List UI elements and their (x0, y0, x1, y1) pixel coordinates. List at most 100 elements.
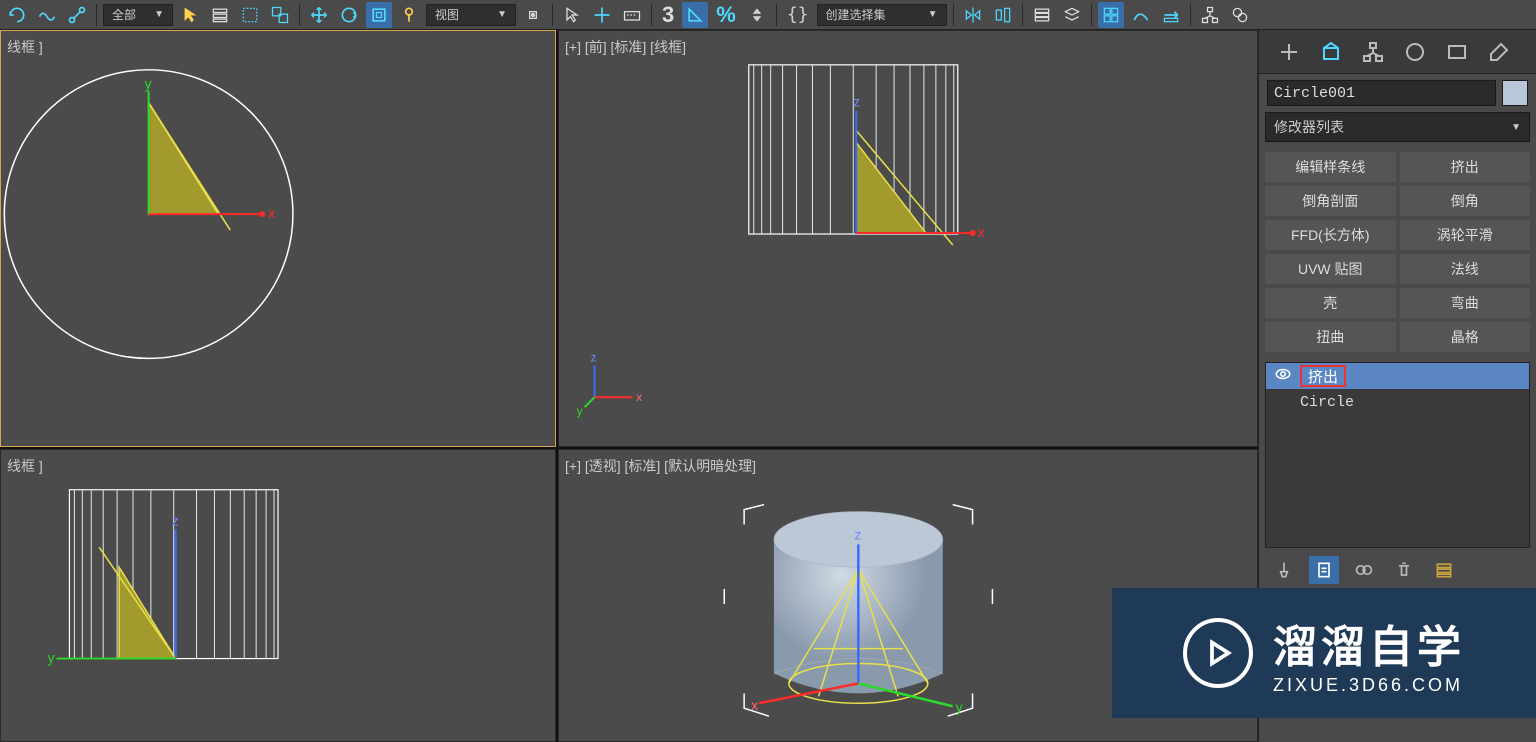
utilities-tab-icon[interactable] (1485, 38, 1513, 66)
tool-wave-icon[interactable] (34, 2, 60, 28)
snap-3-icon[interactable]: 3 (658, 2, 678, 28)
svg-text:y: y (577, 404, 583, 418)
toggle-ribbon-icon[interactable] (1098, 2, 1124, 28)
visibility-eye-icon[interactable] (1266, 365, 1300, 388)
percent-snap-icon[interactable]: % (712, 2, 740, 28)
move-arrows-icon[interactable] (589, 2, 615, 28)
hierarchy-tab-icon[interactable] (1359, 38, 1387, 66)
stack-item-label: 挤出 (1308, 366, 1338, 387)
layers-icon[interactable] (1059, 2, 1085, 28)
viewport-label: [+] [前] [标准] [线框] (565, 37, 686, 57)
modbtn-turbosmooth[interactable]: 涡轮平滑 (1400, 220, 1531, 250)
modbtn-extrude[interactable]: 挤出 (1400, 152, 1531, 182)
modify-tab-icon[interactable] (1317, 38, 1345, 66)
modbtn-uvw-map[interactable]: UVW 贴图 (1265, 254, 1396, 284)
modifier-buttons-grid: 编辑样条线 挤出 倒角剖面 倒角 FFD(长方体) 涡轮平滑 UVW 贴图 法线… (1259, 142, 1536, 358)
remove-modifier-icon[interactable] (1389, 556, 1419, 584)
pin-stack-icon[interactable] (1269, 556, 1299, 584)
svg-text:y: y (145, 76, 152, 92)
dropdown-label: 创建选择集 (826, 6, 886, 23)
separator (1022, 4, 1023, 26)
object-name-input[interactable] (1267, 80, 1496, 106)
dropdown-label: 视图 (435, 6, 459, 23)
svg-text:y: y (48, 650, 55, 666)
object-color-swatch[interactable] (1502, 80, 1528, 106)
create-tab-icon[interactable] (1275, 38, 1303, 66)
marquee-rect-icon[interactable] (237, 2, 263, 28)
viewport-label: 线框 ] (7, 37, 43, 57)
main-toolbar: 全部▼ 视图▼ 3 % {} 创建选择集▼ (0, 0, 1536, 30)
separator (776, 4, 777, 26)
separator (651, 4, 652, 26)
svg-text:x: x (978, 224, 985, 240)
keyboard-icon[interactable] (619, 2, 645, 28)
chevron-down-icon: ▼ (154, 9, 164, 20)
viewport-top[interactable]: 线框 ] y x (0, 30, 556, 447)
select-arrow-icon[interactable] (177, 2, 203, 28)
watermark-banner: 溜溜自学 ZIXUE.3D66.COM (1112, 588, 1536, 718)
stack-item-circle[interactable]: Circle (1266, 389, 1529, 415)
material-editor-icon[interactable] (1227, 2, 1253, 28)
refcoord-dropdown[interactable]: 视图▼ (426, 4, 516, 26)
modifier-stack[interactable]: 挤出 Circle (1265, 362, 1530, 548)
separator (1190, 4, 1191, 26)
dope-sheet-icon[interactable] (1158, 2, 1184, 28)
viewport-front[interactable]: [+] [前] [标准] [线框] z x (558, 30, 1258, 447)
highlighted-modifier: 挤出 (1300, 365, 1346, 387)
show-end-result-icon[interactable] (1309, 556, 1339, 584)
selection-set-dropdown[interactable]: 创建选择集 ▼ (817, 4, 947, 26)
viewport-scene: y x (1, 31, 555, 446)
pivot-icon[interactable] (520, 2, 546, 28)
modbtn-bend[interactable]: 弯曲 (1400, 288, 1531, 318)
filter-dropdown[interactable]: 全部▼ (103, 4, 173, 26)
rotate-icon[interactable] (336, 2, 362, 28)
chevron-down-icon: ▼ (1511, 122, 1521, 133)
svg-text:z: z (172, 512, 179, 528)
modbtn-ffd-box[interactable]: FFD(长方体) (1265, 220, 1396, 250)
viewport-left[interactable]: 线框 ] z y (0, 449, 556, 742)
svg-text:x: x (636, 390, 642, 404)
separator (299, 4, 300, 26)
separator (96, 4, 97, 26)
modbtn-shell[interactable]: 壳 (1265, 288, 1396, 318)
stack-item-extrude[interactable]: 挤出 (1266, 363, 1529, 389)
stack-item-label: Circle (1300, 394, 1354, 411)
viewport-scene: z y (1, 450, 555, 741)
chevron-down-icon: ▼ (928, 9, 938, 20)
tool-undo-icon[interactable] (4, 2, 30, 28)
schematic-view-icon[interactable] (1197, 2, 1223, 28)
align-icon[interactable] (990, 2, 1016, 28)
tool-link-icon[interactable] (64, 2, 90, 28)
modbtn-edit-spline[interactable]: 编辑样条线 (1265, 152, 1396, 182)
modbtn-twist[interactable]: 扭曲 (1265, 322, 1396, 352)
viewport-label: 线框 ] (7, 456, 43, 476)
manipulate-icon[interactable] (559, 2, 585, 28)
modbtn-lattice[interactable]: 晶格 (1400, 322, 1531, 352)
svg-text:x: x (268, 205, 275, 221)
window-cross-icon[interactable] (267, 2, 293, 28)
svg-text:y: y (956, 699, 963, 715)
mirror-icon[interactable] (960, 2, 986, 28)
watermark-logo-icon (1183, 618, 1253, 688)
scale-icon[interactable] (366, 2, 392, 28)
separator (1091, 4, 1092, 26)
modifier-list-dropdown[interactable]: 修改器列表 ▼ (1265, 112, 1530, 142)
svg-text:x: x (751, 697, 758, 713)
viewport-label: [+] [透视] [标准] [默认明暗处理] (565, 456, 756, 476)
motion-tab-icon[interactable] (1401, 38, 1429, 66)
braces-icon[interactable]: {} (783, 4, 813, 25)
make-unique-icon[interactable] (1349, 556, 1379, 584)
layer-explorer-icon[interactable] (1029, 2, 1055, 28)
svg-text:z: z (591, 350, 597, 364)
curve-editor-icon[interactable] (1128, 2, 1154, 28)
configure-sets-icon[interactable] (1429, 556, 1459, 584)
angle-snap-icon[interactable] (682, 2, 708, 28)
select-name-icon[interactable] (207, 2, 233, 28)
placement-icon[interactable] (396, 2, 422, 28)
move-icon[interactable] (306, 2, 332, 28)
display-tab-icon[interactable] (1443, 38, 1471, 66)
modbtn-bevel-profile[interactable]: 倒角剖面 (1265, 186, 1396, 216)
spinner-snap-icon[interactable] (744, 2, 770, 28)
modbtn-bevel[interactable]: 倒角 (1400, 186, 1531, 216)
modbtn-normal[interactable]: 法线 (1400, 254, 1531, 284)
